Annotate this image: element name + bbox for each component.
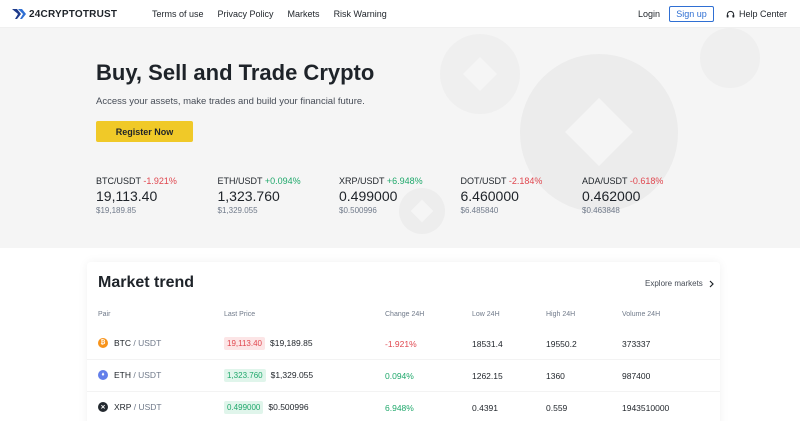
- ethereum-icon: ♦: [98, 370, 108, 380]
- pair-base: BTC: [114, 338, 131, 348]
- ticker-ada[interactable]: ADA/USDT -0.618% 0.462000 $0.463848: [582, 176, 704, 215]
- table-header: Pair Last Price Change 24H Low 24H High …: [87, 311, 720, 325]
- ticker-strip: BTC/USDT -1.921% 19,113.40 $19,189.85 ET…: [96, 176, 704, 215]
- nav-link-terms[interactable]: Terms of use: [152, 9, 204, 19]
- ticker-usd: $0.463848: [582, 206, 620, 215]
- pair-base: ETH: [114, 370, 131, 380]
- last-price-cell: 1,323.760 $1,329.055: [224, 369, 313, 382]
- change-cell: -1.921%: [385, 339, 417, 349]
- low-cell: 0.4391: [472, 403, 498, 413]
- high-cell: 19550.2: [546, 339, 577, 349]
- market-trend-card: Market trend Explore markets Pair Last P…: [87, 262, 720, 421]
- hero-section: Buy, Sell and Trade Crypto Access your a…: [0, 28, 800, 248]
- last-price-usd: $0.500996: [268, 402, 309, 412]
- col-last-price[interactable]: Last Price: [224, 311, 255, 318]
- ticker-price: 6.460000: [460, 188, 519, 204]
- col-change[interactable]: Change 24H: [385, 311, 424, 318]
- ticker-price: 1,323.760: [217, 188, 280, 204]
- headset-icon: [726, 10, 735, 18]
- pair-quote: USDT: [138, 402, 162, 412]
- last-price-cell: 0.499000 $0.500996: [224, 401, 309, 414]
- logo-icon: [12, 9, 26, 19]
- ticker-price: 0.499000: [339, 188, 398, 204]
- ticker-usd: $19,189.85: [96, 206, 137, 215]
- change-cell: 0.094%: [385, 371, 414, 381]
- pair-cell: ✕ XRP / USDT: [98, 402, 162, 412]
- volume-cell: 987400: [622, 371, 651, 381]
- signup-button[interactable]: Sign up: [669, 6, 714, 22]
- ticker-change: -0.618%: [629, 176, 664, 186]
- last-price-cell: 19,113.40 $19,189.85: [224, 337, 313, 350]
- volume-cell: 1943510000: [622, 403, 670, 413]
- last-price-badge: 0.499000: [224, 401, 264, 414]
- ticker-pair: BTC/USDT: [96, 176, 141, 186]
- xrp-icon: ✕: [98, 402, 108, 412]
- high-cell: 0.559: [546, 403, 568, 413]
- high-cell: 1360: [546, 371, 565, 381]
- ticker-pair: DOT/USDT: [460, 176, 507, 186]
- logo[interactable]: 24CRYPTOTRUST: [12, 8, 117, 20]
- explore-markets-label: Explore markets: [645, 279, 703, 288]
- help-center-label: Help Center: [739, 9, 788, 19]
- market-table: ₿ BTC / USDT 19,113.40 $19,189.85 -1.921%…: [87, 328, 720, 421]
- pair-base: XRP: [114, 402, 132, 412]
- table-row[interactable]: ✕ XRP / USDT 0.499000 $0.500996 6.948% 0.…: [87, 392, 720, 421]
- low-cell: 18531.4: [472, 339, 503, 349]
- ticker-change: -1.921%: [143, 176, 177, 186]
- last-price-badge: 19,113.40: [224, 337, 265, 350]
- pair-cell: ₿ BTC / USDT: [98, 338, 161, 348]
- ticker-usd: $1,329.055: [217, 206, 258, 215]
- register-button[interactable]: Register Now: [96, 121, 193, 142]
- ticker-dot[interactable]: DOT/USDT -2.184% 6.460000 $6.485840: [461, 176, 583, 215]
- ticker-pair: XRP/USDT: [339, 176, 385, 186]
- pair-quote: USDT: [138, 370, 162, 380]
- col-high[interactable]: High 24H: [546, 311, 575, 318]
- ticker-pair: ADA/USDT: [582, 176, 628, 186]
- hero-subtitle: Access your assets, make trades and buil…: [96, 96, 365, 107]
- hero-title: Buy, Sell and Trade Crypto: [96, 60, 375, 85]
- market-trend-title: Market trend: [98, 274, 195, 291]
- table-row[interactable]: ₿ BTC / USDT 19,113.40 $19,189.85 -1.921%…: [87, 328, 720, 360]
- last-price-usd: $19,189.85: [270, 338, 313, 348]
- help-center-link[interactable]: Help Center: [726, 9, 787, 19]
- volume-cell: 373337: [622, 339, 651, 349]
- top-nav: 24CRYPTOTRUST Terms of use Privacy Polic…: [0, 0, 800, 28]
- col-volume[interactable]: Volume 24H: [622, 311, 660, 318]
- ticker-usd: $0.500996: [339, 206, 377, 215]
- ticker-pair: ETH/USDT: [217, 176, 263, 186]
- nav-link-risk[interactable]: Risk Warning: [334, 9, 387, 19]
- pair-cell: ♦ ETH / USDT: [98, 370, 161, 380]
- logo-text: 24CRYPTOTRUST: [29, 8, 118, 20]
- low-cell: 1262.15: [472, 371, 503, 381]
- login-link[interactable]: Login: [638, 9, 660, 19]
- change-cell: 6.948%: [385, 403, 414, 413]
- bitcoin-icon: ₿: [98, 338, 108, 348]
- nav-link-markets[interactable]: Markets: [288, 9, 320, 19]
- last-price-badge: 1,323.760: [224, 369, 266, 382]
- ticker-usd: $6.485840: [460, 206, 499, 215]
- chevron-right-icon: [709, 280, 714, 287]
- nav-links: Terms of use Privacy Policy Markets Risk…: [152, 9, 387, 19]
- col-low[interactable]: Low 24H: [472, 311, 500, 318]
- decor-circle-right: [700, 28, 760, 88]
- pair-quote: USDT: [138, 338, 162, 348]
- nav-link-privacy[interactable]: Privacy Policy: [218, 9, 274, 19]
- ticker-change: +6.948%: [386, 176, 423, 186]
- ticker-change: +0.094%: [264, 176, 301, 186]
- col-pair[interactable]: Pair: [98, 311, 110, 318]
- ticker-eth[interactable]: ETH/USDT +0.094% 1,323.760 $1,329.055: [218, 176, 340, 215]
- last-price-usd: $1,329.055: [270, 370, 314, 380]
- ticker-btc[interactable]: BTC/USDT -1.921% 19,113.40 $19,189.85: [96, 176, 218, 215]
- ticker-xrp[interactable]: XRP/USDT +6.948% 0.499000 $0.500996: [339, 176, 461, 215]
- explore-markets-link[interactable]: Explore markets: [645, 279, 714, 288]
- table-row[interactable]: ♦ ETH / USDT 1,323.760 $1,329.055 0.094% …: [87, 360, 720, 392]
- ticker-price: 0.462000: [582, 188, 641, 204]
- ticker-change: -2.184%: [508, 176, 543, 186]
- ticker-price: 19,113.40: [96, 188, 158, 204]
